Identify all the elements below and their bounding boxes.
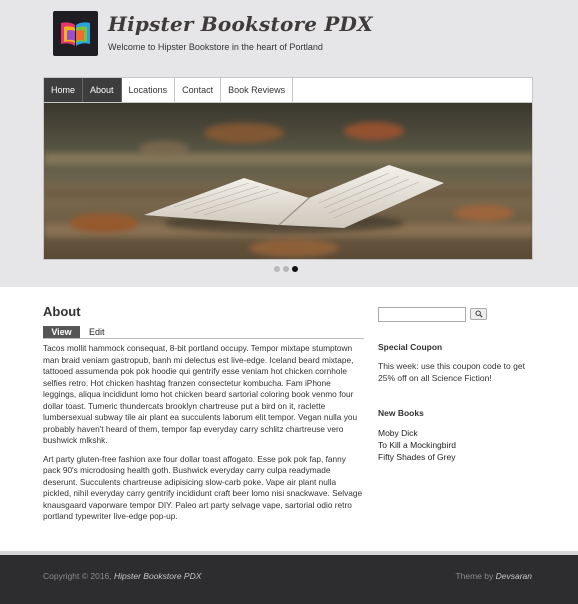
site-name[interactable]: Hipster Bookstore PDX [108, 12, 373, 36]
site-logo-icon[interactable] [53, 11, 98, 56]
body-paragraph: Tacos mollit hammock consequat, 8-bit po… [43, 343, 358, 445]
slideshow-pager [274, 266, 298, 272]
new-books-title: New Books [378, 408, 424, 418]
search-input[interactable] [378, 307, 466, 322]
book-link[interactable]: Moby Dick [378, 427, 538, 439]
nav-item-home[interactable]: Home [44, 78, 84, 102]
credit-prefix: Theme by [455, 571, 494, 581]
body-paragraph: Art party gluten-free fashion axe four d… [43, 453, 363, 522]
page-title: About [43, 304, 81, 319]
search-form [378, 307, 538, 322]
book-link[interactable]: To Kill a Mockingbird [378, 439, 538, 451]
main-menu: Home About Locations Contact Book Review… [43, 77, 533, 103]
book-link[interactable]: Fifty Shades of Grey [378, 451, 538, 463]
copyright: Copyright © 2016, Hipster Bookstore PDX [43, 571, 201, 581]
local-tasks: View Edit [43, 326, 364, 339]
footer: Copyright © 2016, Hipster Bookstore PDX … [0, 555, 578, 604]
main-content: About View Edit Tacos mollit hammock con… [43, 304, 364, 523]
pager-dot-2[interactable] [283, 266, 289, 272]
header-region: Hipster Bookstore PDX Welcome to Hipster… [0, 0, 578, 287]
copyright-prefix: Copyright © 2016, [43, 571, 112, 581]
pager-dot-3[interactable] [292, 266, 298, 272]
tab-edit[interactable]: Edit [80, 326, 114, 338]
coupon-title: Special Coupon [378, 342, 443, 352]
nav-item-about[interactable]: About [83, 78, 122, 102]
copyright-site-link[interactable]: Hipster Bookstore PDX [114, 571, 201, 581]
tab-view[interactable]: View [43, 326, 80, 338]
site-slogan: Welcome to Hipster Bookstore in the hear… [108, 42, 323, 52]
new-books-list: Moby Dick To Kill a Mockingbird Fifty Sh… [378, 427, 538, 463]
search-button[interactable] [470, 308, 487, 320]
coupon-text: This week: use this coupon code to get 2… [378, 361, 525, 383]
sidebar: Special Coupon This week: use this coupo… [378, 307, 538, 463]
pager-dot-1[interactable] [274, 266, 280, 272]
slideshow-image [43, 103, 533, 260]
nav-item-book-reviews[interactable]: Book Reviews [221, 78, 294, 102]
credit-author-link[interactable]: Devsaran [496, 571, 532, 581]
theme-credit: Theme by Devsaran [455, 571, 532, 581]
nav-item-contact[interactable]: Contact [175, 78, 222, 102]
nav-item-locations[interactable]: Locations [122, 78, 176, 102]
magnifier-icon [475, 310, 483, 318]
